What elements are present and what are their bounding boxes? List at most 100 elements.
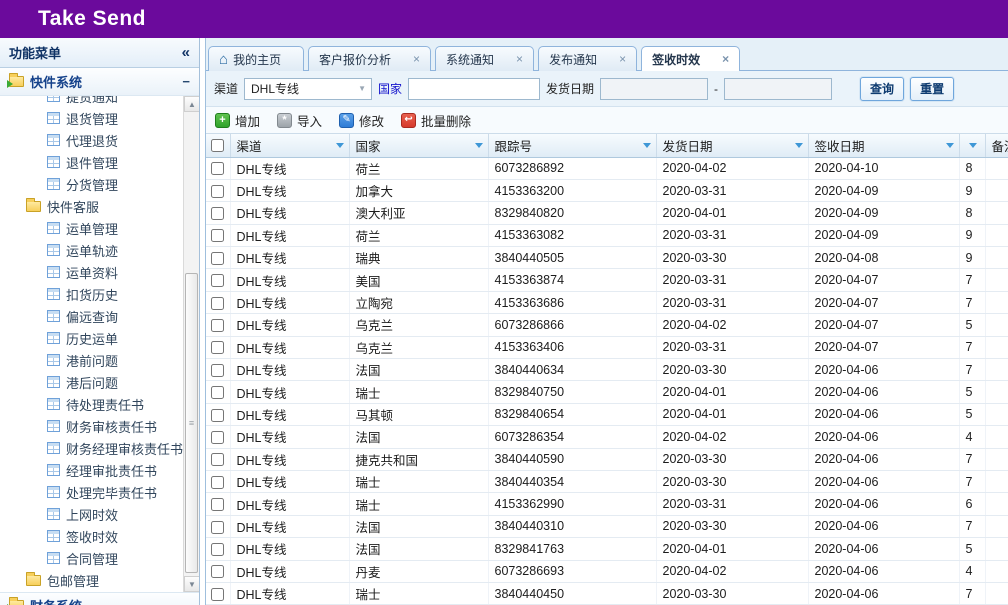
scrollbar-thumb[interactable]: ≡ bbox=[185, 273, 198, 573]
sidebar-item[interactable]: 财务审核责任书 bbox=[0, 415, 183, 437]
row-checkbox[interactable] bbox=[211, 274, 224, 287]
close-tab-icon[interactable]: × bbox=[516, 53, 523, 65]
sidebar-item[interactable]: 运单管理 bbox=[0, 217, 183, 239]
close-tab-icon[interactable]: × bbox=[619, 53, 626, 65]
channel-select[interactable]: DHL专线 ▼ bbox=[244, 78, 372, 100]
table-row[interactable]: DHL专线 乌克兰 4153363406 2020-03-31 2020-04-… bbox=[206, 336, 1008, 358]
sidebar-item[interactable]: 代理退货 bbox=[0, 129, 183, 151]
sidebar-item[interactable]: 运单资料 bbox=[0, 261, 183, 283]
row-checkbox[interactable] bbox=[211, 588, 224, 601]
row-checkbox[interactable] bbox=[211, 229, 224, 242]
filter-icon[interactable] bbox=[946, 143, 954, 148]
sidebar-item[interactable]: 合同管理 bbox=[0, 547, 183, 569]
table-row[interactable]: DHL专线 美国 4153363874 2020-03-31 2020-04-0… bbox=[206, 269, 1008, 291]
sidebar-item[interactable]: 退件管理 bbox=[0, 151, 183, 173]
table-row[interactable]: DHL专线 法国 6073286354 2020-04-02 2020-04-0… bbox=[206, 426, 1008, 448]
tab[interactable]: ⌂ 系统通知 × bbox=[435, 46, 534, 71]
row-checkbox[interactable] bbox=[211, 386, 224, 399]
sidebar-item[interactable]: 上网时效 bbox=[0, 503, 183, 525]
search-button[interactable]: 查询 bbox=[860, 77, 904, 101]
tab[interactable]: ⌂ 发布通知 × bbox=[538, 46, 637, 71]
row-checkbox[interactable] bbox=[211, 319, 224, 332]
sidebar-scrollbar[interactable]: ▲ ≡ ▼ bbox=[183, 96, 199, 592]
sidebar-item[interactable]: 财务经理审核责任书 bbox=[0, 437, 183, 459]
sidebar-item[interactable]: 退货管理 bbox=[0, 107, 183, 129]
table-row[interactable]: DHL专线 立陶宛 4153363686 2020-03-31 2020-04-… bbox=[206, 291, 1008, 313]
sidebar-item[interactable]: 处理完毕责任书 bbox=[0, 481, 183, 503]
table-row[interactable]: DHL专线 澳大利亚 8329840820 2020-04-01 2020-04… bbox=[206, 202, 1008, 224]
table-row[interactable]: DHL专线 瑞士 4153362990 2020-03-31 2020-04-0… bbox=[206, 493, 1008, 515]
sidebar-item[interactable]: 港前问题 bbox=[0, 349, 183, 371]
sidebar-item[interactable]: 偏远查询 bbox=[0, 305, 183, 327]
row-checkbox[interactable] bbox=[211, 543, 224, 556]
header-sign-date[interactable]: 签收日期 bbox=[808, 134, 959, 157]
tab[interactable]: ⌂ 我的主页 × bbox=[208, 46, 304, 71]
edit-button[interactable]: ✎ 修改 bbox=[336, 109, 392, 132]
table-row[interactable]: DHL专线 法国 8329841763 2020-04-01 2020-04-0… bbox=[206, 538, 1008, 560]
row-checkbox[interactable] bbox=[211, 297, 224, 310]
ship-date-from-input[interactable] bbox=[600, 78, 708, 100]
close-tab-icon[interactable]: × bbox=[413, 53, 420, 65]
tab[interactable]: ⌂ 签收时效 × bbox=[641, 46, 740, 71]
country-input[interactable] bbox=[408, 78, 540, 100]
row-checkbox[interactable] bbox=[211, 476, 224, 489]
sidebar-item[interactable]: 待处理责任书 bbox=[0, 393, 183, 415]
row-checkbox[interactable] bbox=[211, 341, 224, 354]
row-checkbox[interactable] bbox=[211, 453, 224, 466]
table-row[interactable]: DHL专线 瑞士 8329840750 2020-04-01 2020-04-0… bbox=[206, 381, 1008, 403]
sidebar-item[interactable]: 快件客服 bbox=[0, 195, 183, 217]
table-row[interactable]: DHL专线 加拿大 4153363200 2020-03-31 2020-04-… bbox=[206, 179, 1008, 201]
collapse-sidebar-icon[interactable]: « bbox=[182, 44, 190, 61]
sidebar-item[interactable]: 包邮管理 bbox=[0, 569, 183, 591]
table-row[interactable]: DHL专线 法国 3840440634 2020-03-30 2020-04-0… bbox=[206, 359, 1008, 381]
scroll-up-icon[interactable]: ▲ bbox=[184, 96, 200, 112]
table-row[interactable]: DHL专线 乌克兰 6073286866 2020-04-02 2020-04-… bbox=[206, 314, 1008, 336]
row-checkbox[interactable] bbox=[211, 207, 224, 220]
sidebar-item[interactable]: 分货管理 bbox=[0, 173, 183, 195]
row-checkbox[interactable] bbox=[211, 364, 224, 377]
close-tab-icon[interactable]: × bbox=[722, 53, 729, 65]
sidebar-item[interactable]: 运单轨迹 bbox=[0, 239, 183, 261]
table-row[interactable]: DHL专线 丹麦 6073286693 2020-04-02 2020-04-0… bbox=[206, 560, 1008, 582]
table-row[interactable]: DHL专线 瑞士 3840440354 2020-03-30 2020-04-0… bbox=[206, 470, 1008, 492]
add-button[interactable]: + 增加 bbox=[212, 109, 268, 132]
header-tracking-no[interactable]: 跟踪号 bbox=[488, 134, 656, 157]
row-checkbox[interactable] bbox=[211, 252, 224, 265]
filter-icon[interactable] bbox=[795, 143, 803, 148]
reset-button[interactable]: 重置 bbox=[910, 77, 954, 101]
header-remark[interactable]: 备注 bbox=[985, 134, 1008, 157]
tab[interactable]: ⌂ 客户报价分析 × bbox=[308, 46, 431, 71]
row-checkbox[interactable] bbox=[211, 521, 224, 534]
row-checkbox[interactable] bbox=[211, 565, 224, 578]
sidebar-item[interactable]: 扣货历史 bbox=[0, 283, 183, 305]
collapse-section-icon[interactable]: − bbox=[182, 74, 190, 89]
ship-date-to-input[interactable] bbox=[724, 78, 832, 100]
sidebar-item[interactable]: 港后问题 bbox=[0, 371, 183, 393]
filter-icon[interactable] bbox=[969, 143, 977, 148]
sidebar-item[interactable]: 提货通知 bbox=[0, 96, 183, 107]
filter-icon[interactable] bbox=[643, 143, 651, 148]
filter-icon[interactable] bbox=[475, 143, 483, 148]
table-row[interactable]: DHL专线 法国 3840440310 2020-03-30 2020-04-0… bbox=[206, 515, 1008, 537]
sidebar-section-express-system[interactable]: 快件系统 − bbox=[0, 68, 199, 96]
header-country[interactable]: 国家 bbox=[349, 134, 488, 157]
table-row[interactable]: DHL专线 荷兰 6073286892 2020-04-02 2020-04-1… bbox=[206, 157, 1008, 179]
row-checkbox[interactable] bbox=[211, 431, 224, 444]
table-row[interactable]: DHL专线 马其顿 8329840654 2020-04-01 2020-04-… bbox=[206, 403, 1008, 425]
header-channel[interactable]: 渠道 bbox=[230, 134, 349, 157]
scroll-down-icon[interactable]: ▼ bbox=[184, 576, 200, 592]
table-row[interactable]: DHL专线 瑞士 3840440450 2020-03-30 2020-04-0… bbox=[206, 582, 1008, 604]
row-checkbox[interactable] bbox=[211, 409, 224, 422]
header-ship-date[interactable]: 发货日期 bbox=[656, 134, 808, 157]
batch-delete-button[interactable]: ↩ 批量删除 bbox=[398, 109, 479, 132]
row-checkbox[interactable] bbox=[211, 498, 224, 511]
select-all-checkbox[interactable] bbox=[211, 139, 224, 152]
sidebar-item[interactable]: 签收时效 bbox=[0, 525, 183, 547]
sidebar-section-finance-system[interactable]: 财务系统 bbox=[0, 592, 199, 605]
table-row[interactable]: DHL专线 荷兰 4153363082 2020-03-31 2020-04-0… bbox=[206, 224, 1008, 246]
filter-icon[interactable] bbox=[336, 143, 344, 148]
sidebar-item[interactable]: 经理审批责任书 bbox=[0, 459, 183, 481]
table-row[interactable]: DHL专线 瑞典 3840440505 2020-03-30 2020-04-0… bbox=[206, 247, 1008, 269]
row-checkbox[interactable] bbox=[211, 162, 224, 175]
header-days[interactable] bbox=[959, 134, 985, 157]
